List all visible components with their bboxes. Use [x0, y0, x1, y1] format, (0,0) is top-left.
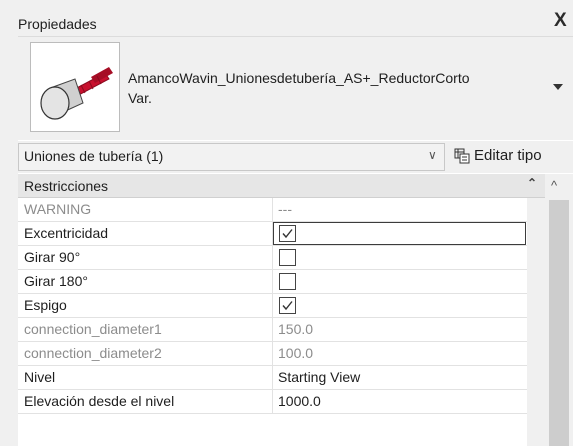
family-name-line2: Var.: [128, 90, 152, 106]
property-name: connection_diameter1: [24, 321, 162, 337]
property-row[interactable]: connection_diameter1 150.0: [18, 318, 527, 342]
property-value: 100.0: [278, 345, 314, 361]
column-divider: [272, 318, 273, 341]
edit-type-label: Editar tipo: [474, 147, 542, 164]
checkmark-icon: [282, 229, 293, 239]
family-name-line1: AmancoWavin_Unionesdetubería_AS+_Reducto…: [128, 70, 470, 86]
column-divider: [272, 366, 273, 389]
collapse-icon[interactable]: ⌃: [527, 176, 537, 190]
property-name: Girar 180°: [24, 273, 88, 289]
column-divider: [272, 390, 273, 413]
property-row[interactable]: Espigo: [18, 294, 527, 318]
property-value: 150.0: [278, 321, 314, 337]
checkbox-checked[interactable]: [279, 225, 296, 242]
property-row[interactable]: WARNING ---: [18, 198, 527, 222]
column-divider: [272, 294, 273, 317]
property-name: WARNING: [24, 201, 92, 217]
property-name: connection_diameter2: [24, 345, 162, 361]
property-row[interactable]: Girar 180°: [18, 270, 527, 294]
property-row[interactable]: Nivel Starting View: [18, 366, 527, 390]
group-label: Restricciones: [24, 178, 109, 194]
checkbox-checked[interactable]: [279, 297, 296, 314]
checkbox-unchecked[interactable]: [279, 249, 296, 266]
property-value[interactable]: Starting View: [278, 369, 360, 385]
checkbox-unchecked[interactable]: [279, 273, 296, 290]
property-row[interactable]: Girar 90°: [18, 246, 527, 270]
panel-left-edge: [0, 0, 18, 446]
edit-type-icon: [454, 148, 470, 164]
property-name: Elevación desde el nivel: [24, 393, 175, 409]
column-divider: [272, 198, 273, 221]
property-value[interactable]: 1000.0: [278, 393, 321, 409]
property-name: Nivel: [24, 369, 56, 385]
column-divider: [272, 246, 273, 269]
column-divider: [272, 342, 273, 365]
value-column-gutter: [527, 198, 545, 446]
checkmark-icon: [282, 301, 293, 311]
chevron-down-icon[interactable]: ∨: [428, 148, 437, 162]
property-row[interactable]: Excentricidad: [18, 222, 527, 246]
window-title: Propiedades: [18, 16, 97, 32]
property-name: Excentricidad: [24, 225, 109, 241]
scrollbar-thumb[interactable]: [549, 200, 569, 446]
property-name: Espigo: [24, 297, 67, 313]
type-dropdown-arrow-icon[interactable]: [553, 84, 563, 90]
selected-value-cell[interactable]: [273, 222, 526, 245]
family-type-name[interactable]: AmancoWavin_Unionesdetubería_AS+_Reducto…: [128, 68, 538, 108]
property-row[interactable]: connection_diameter2 100.0: [18, 342, 527, 366]
scroll-up-icon[interactable]: ^: [551, 178, 557, 193]
property-value: ---: [278, 201, 292, 217]
close-icon[interactable]: X: [554, 10, 567, 32]
instance-filter-value: Uniones de tubería (1): [24, 148, 164, 164]
property-name: Girar 90°: [24, 249, 81, 265]
column-divider: [272, 270, 273, 293]
property-row[interactable]: Elevación desde el nivel 1000.0: [18, 390, 527, 414]
pipe-reducer-thumbnail-icon: [30, 42, 120, 132]
